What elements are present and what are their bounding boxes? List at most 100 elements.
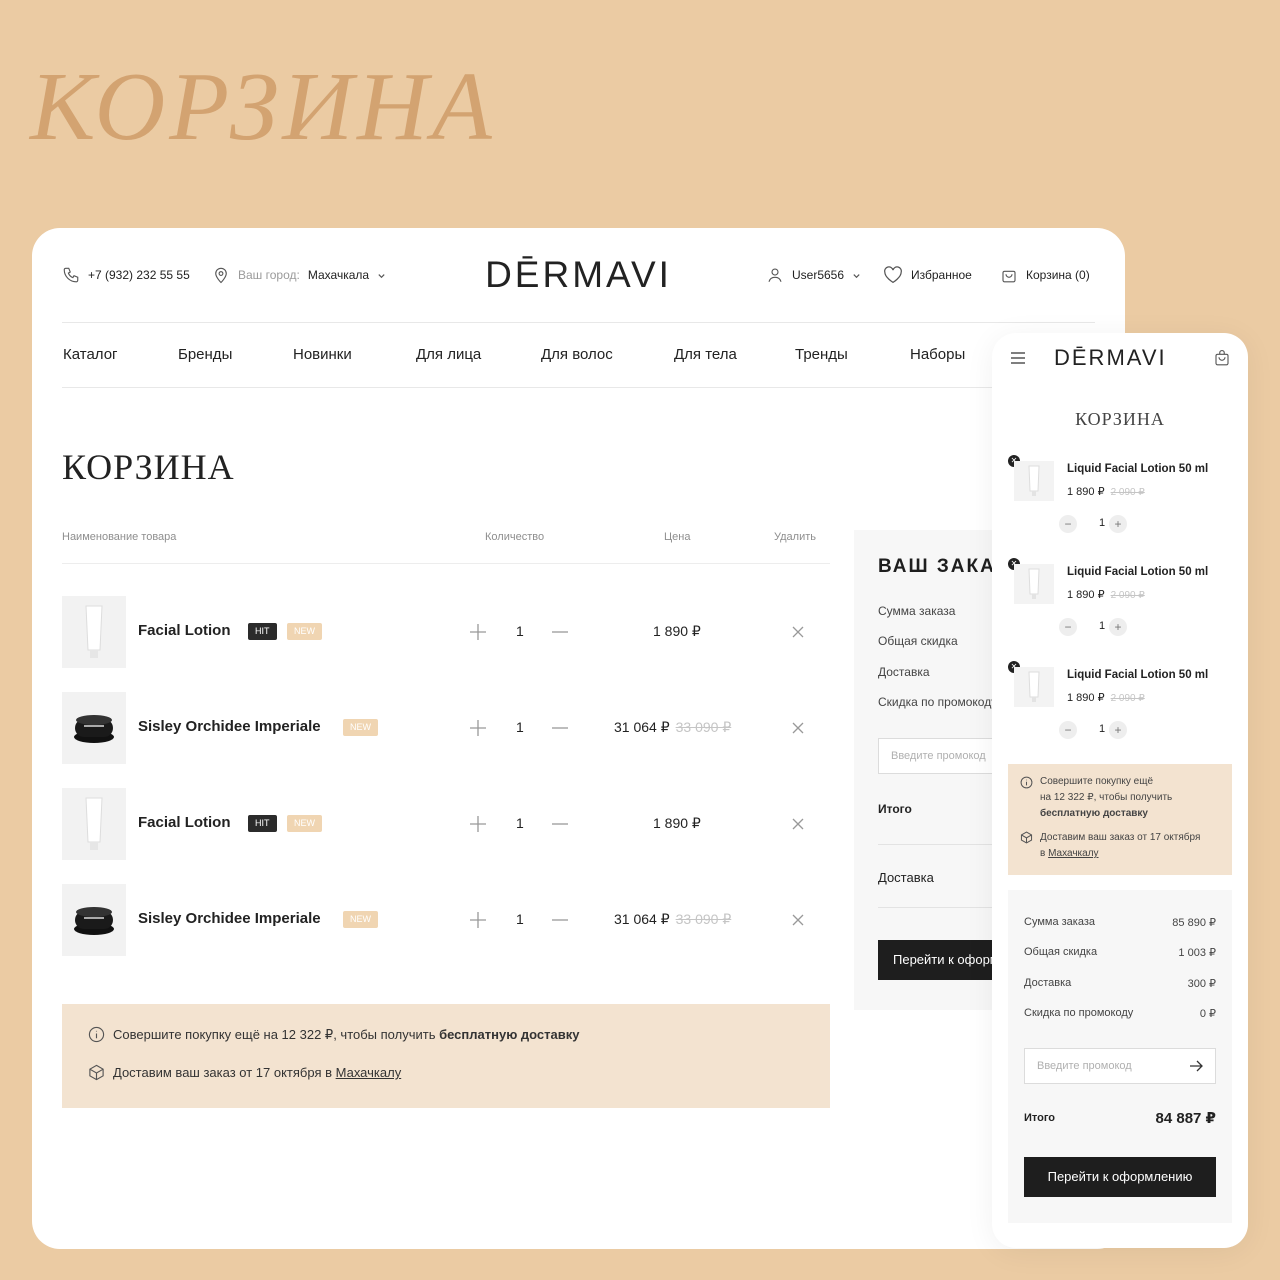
delivery-label: Доставка bbox=[878, 665, 930, 679]
nav-item-brands[interactable]: Бренды bbox=[178, 346, 232, 363]
nav-item-catalog[interactable]: Каталог bbox=[63, 346, 118, 363]
current-price: 1 890 ₽ bbox=[1067, 692, 1105, 704]
close-icon[interactable] bbox=[790, 816, 806, 832]
close-icon[interactable] bbox=[790, 624, 806, 640]
notice-bold: бесплатную доставку bbox=[1040, 808, 1148, 819]
plus-icon[interactable] bbox=[468, 814, 488, 834]
notice-text: Совершите покупку ещё на 12 322 ₽, чтобы… bbox=[1040, 774, 1172, 822]
cart-item: ✕ Liquid Facial Lotion 50 ml 1 890 ₽2 09… bbox=[1008, 455, 1236, 545]
close-icon[interactable] bbox=[790, 720, 806, 736]
divider bbox=[62, 563, 830, 564]
minus-icon[interactable] bbox=[550, 814, 570, 834]
product-name[interactable]: Sisley Orchidee Imperiale bbox=[138, 910, 321, 927]
product-image[interactable] bbox=[1014, 564, 1054, 604]
nav-item-hair[interactable]: Для волос bbox=[541, 346, 613, 363]
product-image[interactable] bbox=[62, 788, 126, 860]
product-name[interactable]: Sisley Orchidee Imperiale bbox=[138, 718, 321, 735]
promo-discount-label: Скидка по промокоду bbox=[1024, 1007, 1134, 1019]
cart-row: Sisley Orchidee Imperiale NEW 1 31 064 ₽… bbox=[62, 692, 830, 764]
minus-icon[interactable] bbox=[550, 622, 570, 642]
price: 31 064 ₽ 33 090 ₽ bbox=[614, 719, 731, 736]
user-menu[interactable]: User5656 bbox=[766, 266, 861, 284]
cart-row: Sisley Orchidee Imperiale NEW 1 31 064 ₽… bbox=[62, 884, 830, 956]
promo-code-input[interactable]: Введите промокод bbox=[1024, 1048, 1216, 1084]
delivery-section-label[interactable]: Доставка bbox=[878, 870, 934, 885]
hit-badge: HIT bbox=[248, 815, 277, 832]
minus-icon[interactable]: − bbox=[1059, 618, 1077, 636]
city-link[interactable]: Махачкалу bbox=[336, 1065, 402, 1080]
quantity-value: 1 bbox=[1099, 517, 1106, 529]
notice-text: Совершите покупку ещё на 12 322 ₽, чтобы… bbox=[113, 1026, 440, 1042]
product-name[interactable]: Facial Lotion bbox=[138, 622, 231, 639]
product-image[interactable] bbox=[1014, 461, 1054, 501]
info-icon bbox=[1020, 776, 1033, 789]
old-price: 2 090 ₽ bbox=[1110, 693, 1145, 704]
free-delivery-notice: Совершите покупку ещё на 12 322 ₽, чтобы… bbox=[62, 1004, 830, 1108]
new-badge: NEW bbox=[343, 719, 378, 736]
notice-line-1: Совершите покупку ещё bbox=[1040, 776, 1154, 787]
mobile-window: DĒRMAVI КОРЗИНА ✕ Liquid Facial Lotion 5… bbox=[992, 333, 1248, 1248]
arrow-right-icon[interactable] bbox=[1189, 1059, 1203, 1073]
product-image[interactable] bbox=[62, 692, 126, 764]
delivery-line-1: Доставим ваш заказ от 17 октября bbox=[1040, 832, 1201, 843]
close-icon[interactable] bbox=[790, 912, 806, 928]
cart-item: ✕ Liquid Facial Lotion 50 ml 1 890 ₽2 09… bbox=[1008, 558, 1236, 648]
old-price: 33 090 ₽ bbox=[675, 719, 732, 735]
cart-row: Facial Lotion HIT NEW 1 1 890 ₽ bbox=[62, 596, 830, 668]
order-title: ВАШ ЗАКАЗ bbox=[878, 556, 1010, 577]
product-name[interactable]: Liquid Facial Lotion 50 ml bbox=[1067, 463, 1208, 475]
product-image[interactable] bbox=[62, 884, 126, 956]
new-badge: NEW bbox=[287, 815, 322, 832]
plus-icon[interactable] bbox=[468, 910, 488, 930]
plus-icon[interactable] bbox=[468, 622, 488, 642]
plus-icon[interactable]: + bbox=[1109, 721, 1127, 739]
quantity-value: 1 bbox=[516, 911, 524, 927]
nav-item-new[interactable]: Новинки bbox=[293, 346, 352, 363]
quantity-value: 1 bbox=[516, 623, 524, 639]
product-name[interactable]: Liquid Facial Lotion 50 ml bbox=[1067, 669, 1208, 681]
desktop-window: +7 (932) 232 55 55 Ваш город: Махачкала … bbox=[32, 228, 1125, 1249]
city-link[interactable]: Махачкалу bbox=[1048, 848, 1098, 859]
cart-icon[interactable] bbox=[1213, 349, 1231, 367]
old-price: 2 090 ₽ bbox=[1110, 487, 1145, 498]
phone-link[interactable]: +7 (932) 232 55 55 bbox=[62, 266, 190, 284]
minus-icon[interactable]: − bbox=[1059, 515, 1077, 533]
nav-item-sets[interactable]: Наборы bbox=[910, 346, 965, 363]
product-image[interactable] bbox=[1014, 667, 1054, 707]
current-price: 31 064 ₽ bbox=[614, 719, 670, 735]
free-delivery-notice: Совершите покупку ещё на 12 322 ₽, чтобы… bbox=[1008, 764, 1232, 875]
discount-label: Общая скидка bbox=[878, 634, 958, 648]
cart-link[interactable]: Корзина (0) bbox=[1000, 266, 1090, 284]
checkout-button[interactable]: Перейти к оформлению bbox=[1024, 1157, 1216, 1197]
plus-icon[interactable]: + bbox=[1109, 618, 1127, 636]
current-price: 1 890 ₽ bbox=[1067, 589, 1105, 601]
product-image[interactable] bbox=[62, 596, 126, 668]
current-price: 1 890 ₽ bbox=[653, 815, 701, 831]
menu-icon[interactable] bbox=[1010, 351, 1026, 365]
quantity-value: 1 bbox=[516, 815, 524, 831]
nav-item-face[interactable]: Для лица bbox=[416, 346, 481, 363]
delivery-text: Доставим ваш заказ от 17 октября в Махач… bbox=[1040, 830, 1200, 862]
cart-item: ✕ Liquid Facial Lotion 50 ml 1 890 ₽2 09… bbox=[1008, 661, 1236, 751]
old-price: 33 090 ₽ bbox=[675, 911, 732, 927]
plus-icon[interactable]: + bbox=[1109, 515, 1127, 533]
column-header-price: Цена bbox=[664, 531, 691, 543]
product-name[interactable]: Facial Lotion bbox=[138, 814, 231, 831]
minus-icon[interactable] bbox=[550, 910, 570, 930]
favorites-link[interactable]: Избранное bbox=[883, 266, 972, 284]
plus-icon[interactable] bbox=[468, 718, 488, 738]
promo-discount-label: Скидка по промокоду bbox=[878, 695, 998, 709]
brand-logo[interactable]: DĒRMAVI bbox=[485, 254, 672, 296]
user-icon bbox=[768, 268, 782, 282]
nav-item-trends[interactable]: Тренды bbox=[795, 346, 848, 363]
product-name[interactable]: Liquid Facial Lotion 50 ml bbox=[1067, 566, 1208, 578]
minus-icon[interactable] bbox=[550, 718, 570, 738]
nav-item-body[interactable]: Для тела bbox=[674, 346, 737, 363]
minus-icon[interactable]: − bbox=[1059, 721, 1077, 739]
price: 31 064 ₽ 33 090 ₽ bbox=[614, 911, 731, 928]
city-selector[interactable]: Ваш город: Махачкала bbox=[212, 266, 386, 284]
discount-value: 1 003 ₽ bbox=[1178, 947, 1216, 959]
total-value: 84 887 ₽ bbox=[1155, 1110, 1216, 1127]
brand-logo[interactable]: DĒRMAVI bbox=[1054, 345, 1167, 371]
quantity-value: 1 bbox=[1099, 620, 1106, 632]
